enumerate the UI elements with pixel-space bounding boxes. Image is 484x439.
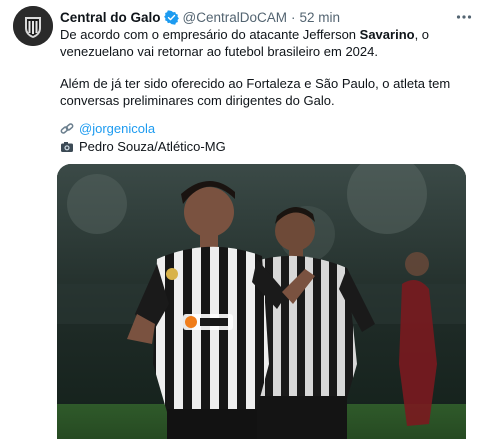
paragraph1-start: De acordo com o empresário do atacante J… bbox=[60, 27, 360, 42]
galo-shield-icon bbox=[13, 6, 53, 46]
player-name: Savarino bbox=[359, 27, 415, 42]
photo-credit-line: Pedro Souza/Atlético-MG bbox=[60, 139, 226, 155]
tweet-photo[interactable] bbox=[57, 164, 466, 439]
tweet-paragraph-2: Além de já ter sido oferecido ao Fortale… bbox=[60, 76, 451, 108]
camera-icon bbox=[60, 140, 74, 154]
tweet-text: De acordo com o empresário do atacante J… bbox=[60, 27, 470, 109]
author-name[interactable]: Central do Galo bbox=[60, 10, 161, 25]
author-handle[interactable]: @CentralDoCAM bbox=[183, 10, 287, 25]
link-icon bbox=[60, 122, 74, 136]
player-photo-image bbox=[57, 164, 466, 439]
separator-dot: · bbox=[291, 9, 296, 25]
tweet-header: Central do Galo @CentralDoCAM · 52 min bbox=[60, 8, 340, 26]
tweet-paragraph-1: De acordo com o empresário do atacante J… bbox=[60, 27, 470, 60]
tweet[interactable]: Central do Galo @CentralDoCAM · 52 min D… bbox=[0, 0, 484, 439]
author-avatar[interactable] bbox=[13, 6, 53, 46]
more-options-icon[interactable] bbox=[454, 7, 474, 27]
tweet-timestamp[interactable]: 52 min bbox=[300, 10, 341, 25]
source-link[interactable]: @jorgenicola bbox=[79, 121, 155, 137]
photo-credit: Pedro Souza/Atlético-MG bbox=[79, 139, 226, 154]
source-credit: @jorgenicola bbox=[60, 121, 155, 137]
verified-badge-icon bbox=[163, 9, 179, 25]
